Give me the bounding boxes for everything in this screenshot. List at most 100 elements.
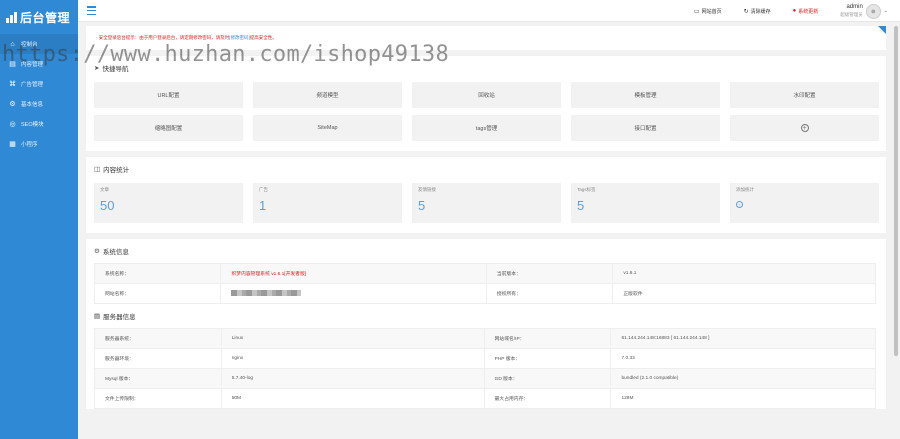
clear-cache-label: 清除缓存: [750, 8, 771, 15]
stat-value: 50: [100, 198, 115, 213]
table-cell: Linux: [220, 328, 485, 349]
sidebar-item-seo[interactable]: ◎ SEO模块: [0, 114, 78, 134]
table-row: Mysql 版本： 5.7.40-log GD 版本： bundled (2.1…: [94, 368, 876, 389]
quick-nav-sitemap[interactable]: SiteMap: [253, 115, 402, 141]
document-icon: ▤: [9, 60, 16, 68]
sidebar-item-label: 小程序: [21, 142, 38, 148]
table-cell: 服务器环境：: [94, 348, 222, 369]
redacted-site-name: [231, 290, 302, 297]
sidebar-item-ads[interactable]: ⌘ 广告管理: [0, 74, 78, 94]
sidebar-item-miniprogram[interactable]: ▦ 小程序: [0, 134, 78, 154]
grid-icon: ▦: [9, 140, 16, 148]
top-actions: ▭ 网站首页 ↻ 清除缓存 ● 系统更新 admin 超级管理员 ● ⌄: [694, 0, 900, 22]
security-notice: · 安全登录后台提示：由于用户登录后台，请定期修改密码，请及时 [修改密码] 提…: [86, 26, 886, 50]
table-cell: nginx: [220, 348, 485, 369]
stat-value: 1: [259, 198, 267, 213]
system-info-table: 系统名称： 织梦内容管理系统 v1.6.1[开发者版] 当前版本： v1.6.1…: [93, 263, 876, 304]
stat-tags[interactable]: Tags标签 5: [571, 183, 720, 223]
table-cell: 最大占用内存：: [483, 388, 612, 409]
plus-icon: +: [800, 124, 809, 132]
quick-nav-url-config[interactable]: URL配置: [94, 82, 243, 108]
table-cell: 50M: [220, 388, 485, 409]
table-row: 服务器系统： Linux 网站域名/IP： 61.144.244.148:168…: [94, 328, 876, 349]
table-row: 服务器环境： nginx PHP 版本： 7.0.33: [94, 348, 876, 369]
server-info-title: 服务器信息: [103, 314, 136, 321]
clear-cache-button[interactable]: ↻ 清除缓存: [744, 8, 771, 15]
table-cell: 128M: [610, 388, 876, 409]
settings-icon: ⚙: [94, 248, 100, 255]
change-password-link[interactable]: [修改密码]: [229, 35, 250, 41]
seo-icon: ◎: [9, 120, 16, 128]
sidebar: 后台管理 ⌂ 控制台 ▤ 内容管理 ⌘ 广告管理 ⚙ 基本信息 ◎ SEO模块 …: [0, 0, 78, 439]
main-content: · 安全登录后台提示：由于用户登录后台，请定期修改密码，请及时 [修改密码] 提…: [86, 26, 886, 415]
logo[interactable]: 后台管理: [0, 0, 78, 34]
avatar[interactable]: ●: [865, 3, 881, 19]
quick-nav-title: 快捷导航: [102, 66, 129, 73]
table-cell: 当前版本：: [485, 263, 614, 284]
quick-nav-recycle-bin[interactable]: 回收站: [412, 82, 561, 108]
chevron-down-icon: ⌄: [883, 8, 888, 14]
corner-flag-icon: [878, 26, 886, 34]
home-icon: ⌂: [10, 40, 15, 48]
table-cell: v1.6.1: [612, 263, 876, 284]
scrollbar-thumb[interactable]: [894, 26, 898, 356]
sidebar-item-basic-info[interactable]: ⚙ 基本信息: [0, 94, 78, 114]
system-update-button[interactable]: ● 系统更新: [793, 8, 819, 15]
sidebar-item-label: 内容管理: [21, 62, 44, 68]
stat-ads[interactable]: 广告 1: [253, 183, 402, 223]
user-menu[interactable]: admin 超级管理员 ● ⌄: [840, 3, 888, 19]
server-icon: ▤: [94, 313, 101, 320]
sidebar-item-label: 基本信息: [21, 102, 44, 108]
quick-nav-watermark[interactable]: 水印配置: [730, 82, 879, 108]
notice-text-end: 提高安全性。: [249, 35, 277, 40]
sidebar-item-content[interactable]: ▤ 内容管理: [0, 54, 78, 74]
table-cell: [220, 283, 487, 304]
sidebar-item-dashboard[interactable]: ⌂ 控制台: [0, 34, 78, 54]
table-cell: 5.7.40-log: [220, 368, 485, 389]
stats-card: ◫ 内容统计 文章 50 广告 1 友情链接 5 Tags标签 5 添加统计 +: [86, 157, 886, 233]
sidebar-item-label: 广告管理: [21, 82, 44, 88]
table-row: 网站名称： 授权所有： 正版软件: [93, 283, 876, 304]
quick-nav-add-button[interactable]: +: [730, 115, 879, 141]
chart-icon: ◫: [94, 166, 101, 173]
logo-icon: [6, 11, 17, 23]
table-cell: 系统名称：: [93, 263, 222, 284]
stat-label: 友情链接: [418, 187, 436, 192]
site-home-link[interactable]: ▭ 网站首页: [694, 8, 722, 15]
stat-label: 文章: [100, 187, 109, 192]
server-info-table: 服务器系统： Linux 网站域名/IP： 61.144.244.148:168…: [94, 328, 876, 409]
quick-nav-tags[interactable]: tags管理: [412, 115, 561, 141]
plus-circle-icon: +: [736, 201, 743, 208]
stat-label: 添加统计: [736, 187, 754, 192]
logo-text: 后台管理: [20, 10, 71, 25]
table-cell: 织梦内容管理系统 v1.6.1[开发者版]: [220, 263, 487, 284]
table-cell: 授权所有：: [485, 283, 614, 304]
sidebar-item-label: SEO模块: [21, 122, 44, 128]
table-cell: 文件上传限制：: [94, 388, 222, 409]
table-cell: 7.0.33: [610, 348, 876, 369]
quick-nav-api-config[interactable]: 接口配置: [571, 115, 720, 141]
scrollbar[interactable]: [894, 26, 898, 436]
stat-label: Tags标签: [577, 187, 596, 192]
menu-toggle-icon[interactable]: [87, 6, 96, 15]
stat-articles[interactable]: 文章 50: [94, 183, 243, 223]
table-cell: GD 版本：: [483, 368, 612, 389]
gear-icon: ⚙: [9, 100, 16, 108]
table-row: 系统名称： 织梦内容管理系统 v1.6.1[开发者版] 当前版本： v1.6.1: [93, 263, 876, 284]
site-home-label: 网站首页: [701, 8, 722, 15]
table-cell: 网站域名/IP：: [483, 328, 612, 349]
system-update-label: 系统更新: [798, 8, 819, 15]
stat-label: 广告: [259, 187, 268, 192]
notice-text: · 安全登录后台提示：由于用户登录后台，请定期修改密码，请及时: [96, 35, 230, 40]
table-cell: Mysql 版本：: [94, 368, 222, 389]
quick-nav-card: ➤ 快捷导航 URL配置 频道模型 回收站 模板管理 水印配置 缩略图配置 Si…: [86, 56, 886, 151]
quick-nav-channel-model[interactable]: 频道模型: [253, 82, 402, 108]
stat-links[interactable]: 友情链接 5: [412, 183, 561, 223]
quick-nav-grid: URL配置 频道模型 回收站 模板管理 水印配置 缩略图配置 SiteMap t…: [86, 80, 886, 151]
quick-nav-thumbnail[interactable]: 缩略图配置: [94, 115, 243, 141]
stat-add[interactable]: 添加统计 +: [730, 183, 879, 223]
table-cell: 61.144.244.148:16883 [ 61.144.244.148 ]: [610, 328, 876, 349]
sidebar-item-label: 控制台: [21, 42, 38, 48]
quick-nav-template[interactable]: 模板管理: [571, 82, 720, 108]
stat-value: 5: [577, 198, 585, 213]
